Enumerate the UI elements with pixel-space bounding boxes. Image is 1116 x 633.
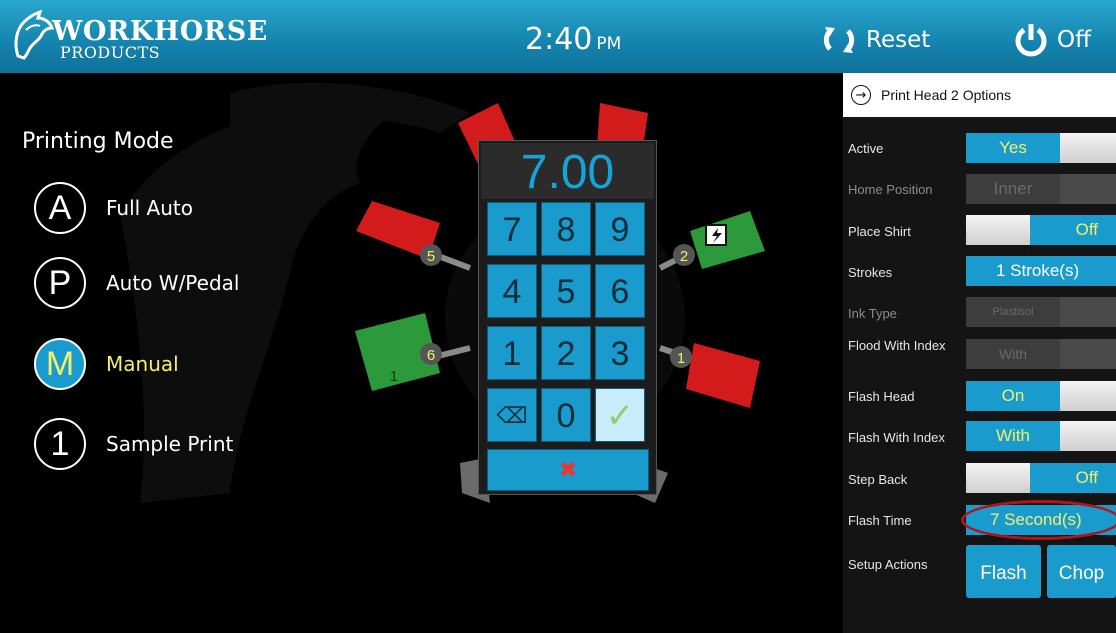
clock: 2:40 PM bbox=[525, 22, 621, 57]
mode-letter-1: 1 bbox=[34, 418, 86, 470]
toggle-knob bbox=[966, 215, 1030, 245]
ink-type-label: Ink Type bbox=[848, 306, 897, 321]
pallet-right-lower bbox=[686, 343, 760, 408]
key-7[interactable]: 7 bbox=[487, 202, 537, 256]
toggle-knob bbox=[1060, 381, 1116, 411]
home-position-label: Home Position bbox=[848, 182, 933, 197]
svg-text:6: 6 bbox=[427, 347, 435, 364]
flash-head-label: Flash Head bbox=[848, 389, 915, 404]
numeric-keypad: 7.00 7 8 9 4 5 6 1 2 3 ⌫ 0 ✓ ✖ bbox=[478, 140, 657, 495]
top-bar: WORKHORSE PRODUCTS 2:40 PM Reset Off bbox=[0, 0, 1116, 73]
pallet-right-upper bbox=[690, 211, 765, 269]
keypad-display: 7.00 bbox=[481, 143, 654, 199]
flash-with-index-value: With bbox=[966, 421, 1060, 451]
toggle-knob bbox=[1060, 421, 1116, 451]
mode-sample-print[interactable]: 1 Sample Print bbox=[34, 418, 233, 470]
key-4[interactable]: 4 bbox=[487, 264, 537, 318]
mode-label-full-auto: Full Auto bbox=[106, 196, 193, 220]
reset-label: Reset bbox=[866, 27, 931, 53]
logo-subtext: PRODUCTS bbox=[60, 43, 161, 62]
step-back-toggle[interactable]: Off bbox=[966, 463, 1116, 493]
mode-auto-pedal[interactable]: P Auto W/Pedal bbox=[34, 257, 239, 309]
printing-mode-title: Printing Mode bbox=[22, 129, 174, 154]
flash-action-button[interactable]: Flash bbox=[966, 545, 1041, 598]
svg-text:2: 2 bbox=[680, 248, 688, 265]
arrow-right-icon: → bbox=[851, 85, 871, 105]
backspace-key[interactable]: ⌫ bbox=[487, 388, 537, 442]
place-shirt-label: Place Shirt bbox=[848, 224, 911, 239]
mode-manual[interactable]: M Manual bbox=[34, 338, 179, 390]
mode-letter-p: P bbox=[34, 257, 86, 309]
off-label: Off bbox=[1057, 27, 1091, 53]
options-title: Print Head 2 Options bbox=[881, 87, 1011, 103]
head-badge-1: 1 bbox=[670, 346, 692, 368]
reset-button[interactable]: Reset bbox=[822, 22, 930, 58]
active-label: Active bbox=[848, 141, 884, 156]
key-9[interactable]: 9 bbox=[595, 202, 645, 256]
confirm-key[interactable]: ✓ bbox=[595, 388, 645, 442]
place-shirt-toggle[interactable]: Off bbox=[966, 215, 1116, 245]
active-value: Yes bbox=[966, 133, 1060, 163]
flash-head-toggle[interactable]: On bbox=[966, 381, 1116, 411]
place-shirt-value: Off bbox=[1030, 215, 1116, 245]
cancel-key[interactable]: ✖ bbox=[487, 449, 649, 491]
svg-text:5: 5 bbox=[427, 248, 435, 265]
clock-time: 2:40 bbox=[525, 22, 593, 57]
active-toggle[interactable]: Yes bbox=[966, 133, 1116, 163]
toggle-knob bbox=[1060, 339, 1116, 369]
home-position-toggle[interactable]: Inner bbox=[966, 174, 1116, 204]
key-5[interactable]: 5 bbox=[541, 264, 591, 318]
mode-label-sample-print: Sample Print bbox=[106, 432, 234, 456]
key-1[interactable]: 1 bbox=[487, 326, 537, 380]
ink-type-toggle[interactable]: Plastisol bbox=[966, 297, 1116, 327]
chop-action-button[interactable]: Chop bbox=[1047, 545, 1116, 598]
mode-letter-m: M bbox=[34, 338, 86, 390]
step-back-value: Off bbox=[1030, 463, 1116, 493]
flash-time-label: Flash Time bbox=[848, 513, 912, 528]
flash-with-index-toggle[interactable]: With bbox=[966, 421, 1116, 451]
toggle-knob bbox=[1060, 297, 1116, 327]
strokes-value-button[interactable]: 1 Stroke(s) bbox=[966, 256, 1116, 286]
flash-time-value-button[interactable]: 7 Second(s) bbox=[966, 505, 1116, 535]
mode-full-auto[interactable]: A Full Auto bbox=[34, 182, 193, 234]
ink-type-value: Plastisol bbox=[966, 297, 1060, 327]
options-header[interactable]: → Print Head 2 Options bbox=[843, 73, 1116, 117]
key-2[interactable]: 2 bbox=[541, 326, 591, 380]
pallet-number-1: 1 bbox=[390, 368, 398, 385]
clock-ampm: PM bbox=[596, 34, 622, 54]
refresh-icon bbox=[823, 27, 855, 53]
step-back-label: Step Back bbox=[848, 472, 908, 487]
power-icon bbox=[1015, 24, 1047, 57]
mode-letter-a: A bbox=[34, 182, 86, 234]
key-6[interactable]: 6 bbox=[595, 264, 645, 318]
flash-with-index-label: Flash With Index bbox=[848, 430, 945, 445]
toggle-knob bbox=[966, 463, 1030, 493]
strokes-label: Strokes bbox=[848, 265, 893, 280]
head-badge-6: 6 bbox=[420, 343, 442, 365]
head-badge-5: 5 bbox=[420, 244, 442, 266]
toggle-knob bbox=[1060, 174, 1116, 204]
mode-label-manual: Manual bbox=[106, 352, 179, 376]
flood-with-index-value: With bbox=[966, 339, 1060, 369]
flood-with-index-toggle[interactable]: With bbox=[966, 339, 1116, 369]
svg-text:1: 1 bbox=[677, 350, 685, 367]
key-0[interactable]: 0 bbox=[541, 388, 591, 442]
flash-head-value: On bbox=[966, 381, 1060, 411]
setup-actions-label: Setup Actions bbox=[848, 557, 928, 572]
head-badge-2: 2 bbox=[673, 244, 695, 266]
toggle-knob bbox=[1060, 133, 1116, 163]
flood-with-index-label: Flood With Index bbox=[848, 338, 946, 353]
key-8[interactable]: 8 bbox=[541, 202, 591, 256]
off-button[interactable]: Off bbox=[1015, 22, 1091, 58]
mode-label-auto-pedal: Auto W/Pedal bbox=[106, 271, 240, 295]
workhorse-logo: WORKHORSE PRODUCTS bbox=[10, 10, 267, 65]
horse-head-icon bbox=[14, 10, 54, 60]
key-3[interactable]: 3 bbox=[595, 326, 645, 380]
home-position-value: Inner bbox=[966, 174, 1060, 204]
